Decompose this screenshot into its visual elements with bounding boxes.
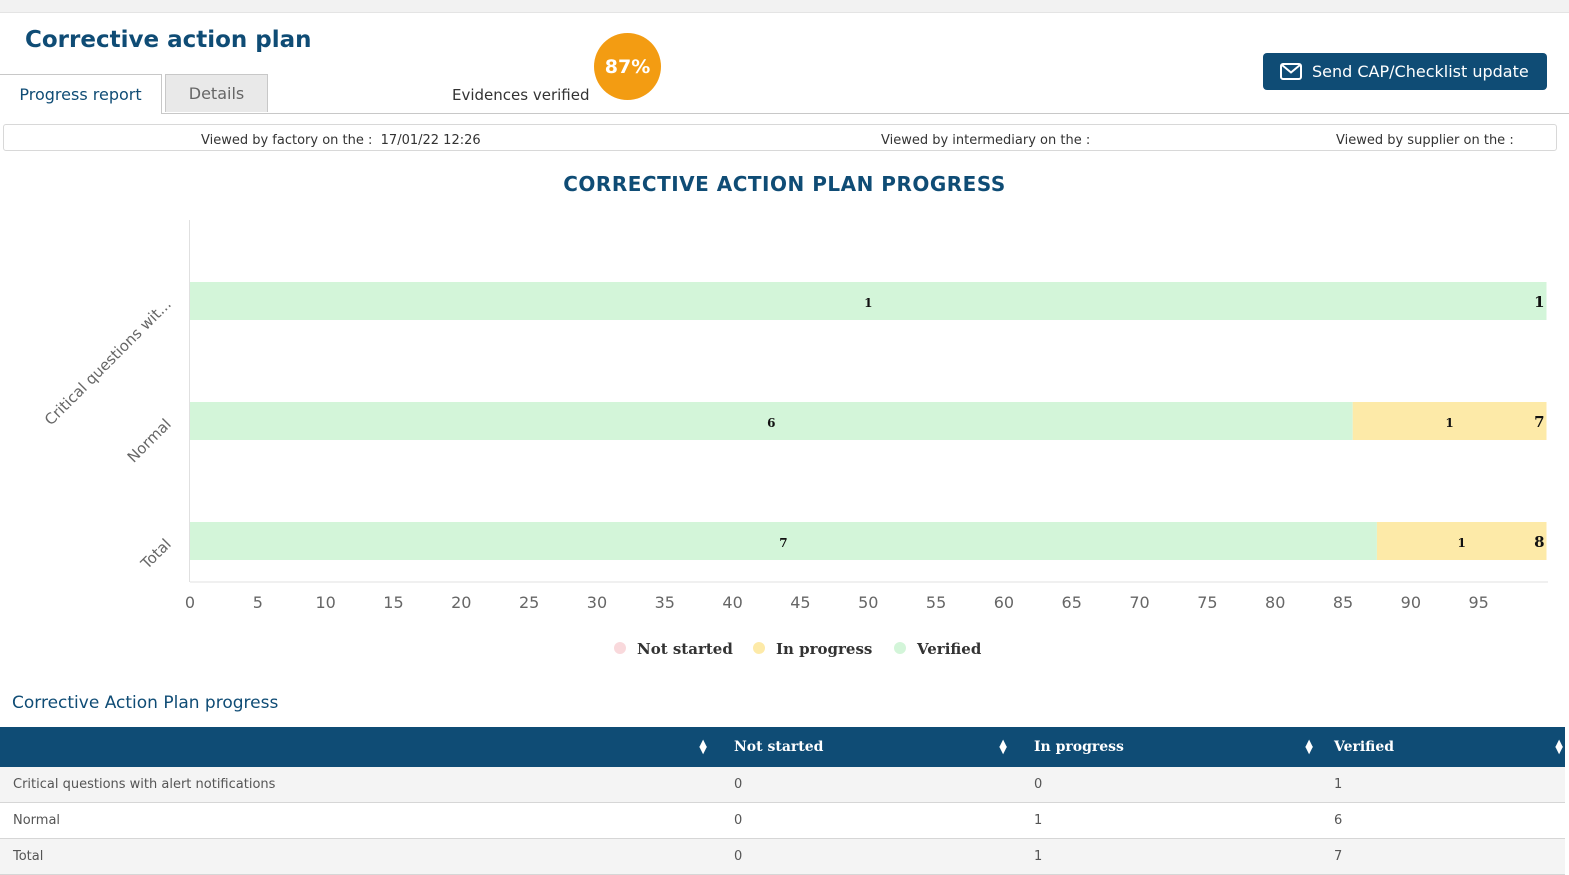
row-verified: 1 bbox=[1321, 767, 1565, 803]
sort-icon[interactable]: ▲ ▼ bbox=[699, 739, 707, 756]
sort-icon[interactable]: ▲ ▼ bbox=[999, 739, 1007, 756]
header-in-progress-label: In progress bbox=[1034, 739, 1124, 755]
x-tick-label: 45 bbox=[790, 593, 810, 612]
x-tick-label: 15 bbox=[383, 593, 403, 612]
legend-label: In progress bbox=[776, 640, 872, 658]
progress-chart: 0 5 10 15 20 25 30 35 40 45 50 55 60 65 70 75 80 85 90 95 1 1… bbox=[41, 220, 1548, 658]
x-tick-label: 40 bbox=[722, 593, 742, 612]
evidences-verified-label: Evidences verified bbox=[452, 86, 590, 104]
header-not-started-label: Not started bbox=[734, 739, 824, 755]
bar-value-label: 7 bbox=[779, 536, 787, 550]
cap-progress-table: ▲ ▼ Not started ▲ ▼ In progress ▲ ▼ Verifie… bbox=[0, 727, 1565, 875]
send-cap-update-label: Send CAP/Checklist update bbox=[1312, 62, 1529, 81]
row-not-started: 0 bbox=[715, 802, 1015, 839]
table-row: Normal 0 1 6 bbox=[0, 802, 1565, 839]
row-in-progress: 0 bbox=[1015, 767, 1321, 803]
x-tick-label: 30 bbox=[587, 593, 607, 612]
x-tick-label: 85 bbox=[1333, 593, 1353, 612]
page-title: Corrective action plan bbox=[25, 27, 312, 53]
top-strip bbox=[0, 0, 1569, 13]
bar-total-label: 8 bbox=[1534, 533, 1544, 551]
legend-label: Verified bbox=[916, 640, 982, 658]
bar-total-label: 7 bbox=[1534, 413, 1544, 431]
tab-progress-report[interactable]: Progress report bbox=[0, 74, 162, 114]
viewed-by-factory: Viewed by factory on the : 17/01/22 12:2… bbox=[201, 133, 481, 148]
row-not-started: 0 bbox=[715, 767, 1015, 803]
bar-value-label: 1 bbox=[864, 296, 872, 310]
category-label: Total bbox=[137, 535, 175, 573]
legend-marker bbox=[894, 642, 906, 654]
x-tick-label: 90 bbox=[1401, 593, 1421, 612]
x-tick-label: 10 bbox=[315, 593, 335, 612]
x-tick-label: 35 bbox=[655, 593, 675, 612]
row-category: Normal bbox=[0, 802, 715, 839]
table-header-row: ▲ ▼ Not started ▲ ▼ In progress ▲ ▼ Verifie… bbox=[0, 727, 1565, 767]
header-category[interactable]: ▲ ▼ bbox=[0, 727, 715, 767]
bar-value-label: 1 bbox=[1445, 416, 1453, 430]
x-tick-label: 70 bbox=[1129, 593, 1149, 612]
viewed-by-supplier: Viewed by supplier on the : bbox=[1336, 133, 1514, 148]
x-tick-label: 25 bbox=[519, 593, 539, 612]
table-row: Total 0 1 7 bbox=[0, 838, 1565, 875]
bar-total-label: 1 bbox=[1534, 293, 1544, 311]
envelope-icon bbox=[1280, 63, 1302, 80]
sort-icon[interactable]: ▲ ▼ bbox=[1555, 739, 1563, 756]
row-category: Critical questions with alert notificati… bbox=[0, 767, 715, 803]
chart-title: CORRECTIVE ACTION PLAN PROGRESS bbox=[563, 172, 1006, 196]
header-not-started[interactable]: Not started ▲ ▼ bbox=[715, 727, 1015, 767]
legend-marker bbox=[753, 642, 765, 654]
category-label: Normal bbox=[124, 415, 175, 466]
evidences-percent-badge: 87% bbox=[594, 33, 661, 100]
tabs-divider bbox=[0, 113, 1569, 114]
x-tick-label: 75 bbox=[1197, 593, 1217, 612]
tab-details[interactable]: Details bbox=[165, 74, 268, 112]
x-tick-label: 80 bbox=[1265, 593, 1285, 612]
table-section-title: Corrective Action Plan progress bbox=[12, 693, 279, 713]
category-label: Critical questions wit... bbox=[41, 295, 175, 429]
header-verified[interactable]: Verified ▲ ▼ bbox=[1321, 727, 1565, 767]
x-tick-label: 20 bbox=[451, 593, 471, 612]
x-tick-label: 55 bbox=[926, 593, 946, 612]
x-tick-label: 0 bbox=[185, 593, 195, 612]
sort-icon[interactable]: ▲ ▼ bbox=[1305, 739, 1313, 756]
header-in-progress[interactable]: In progress ▲ ▼ bbox=[1015, 727, 1321, 767]
header-verified-label: Verified bbox=[1334, 739, 1395, 755]
row-in-progress: 1 bbox=[1015, 802, 1321, 839]
x-tick-label: 65 bbox=[1062, 593, 1082, 612]
bar-value-label: 6 bbox=[767, 416, 775, 430]
legend-marker bbox=[614, 642, 626, 654]
row-verified: 6 bbox=[1321, 802, 1565, 839]
row-category: Total bbox=[0, 838, 715, 875]
viewed-info-bar: Viewed by factory on the : 17/01/22 12:2… bbox=[3, 124, 1557, 151]
row-in-progress: 1 bbox=[1015, 838, 1321, 875]
x-tick-label: 95 bbox=[1468, 593, 1488, 612]
bar-value-label: 1 bbox=[1458, 536, 1466, 550]
viewed-by-intermediary: Viewed by intermediary on the : bbox=[881, 133, 1091, 148]
row-verified: 7 bbox=[1321, 838, 1565, 875]
x-tick-label: 5 bbox=[253, 593, 263, 612]
row-not-started: 0 bbox=[715, 838, 1015, 875]
send-cap-update-button[interactable]: Send CAP/Checklist update bbox=[1263, 53, 1547, 90]
x-tick-label: 60 bbox=[994, 593, 1014, 612]
table-row: Critical questions with alert notificati… bbox=[0, 767, 1565, 803]
x-tick-label: 50 bbox=[858, 593, 878, 612]
legend-label: Not started bbox=[637, 640, 733, 658]
